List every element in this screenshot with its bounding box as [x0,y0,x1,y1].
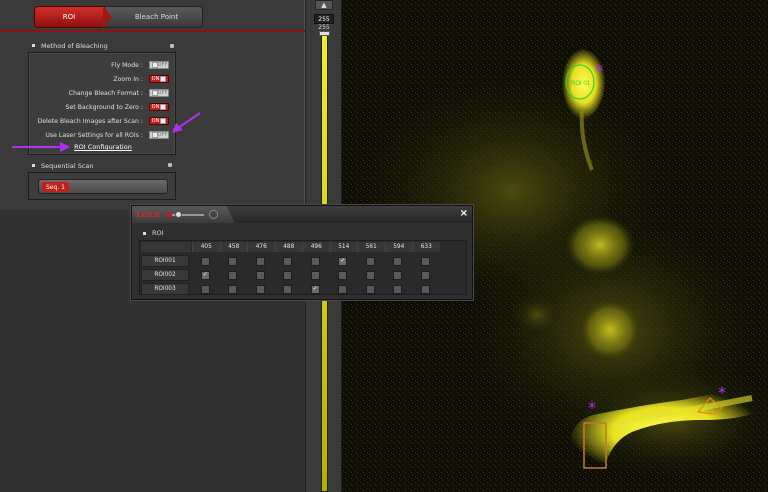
checkbox-roi001-594[interactable] [393,256,403,266]
column-header-458: 458 [219,242,247,252]
checkbox-roi002-488[interactable] [283,270,293,280]
star-annotation-icon: * [588,398,596,417]
row-label-roi001: ROI001 [141,255,189,267]
checkbox-roi001-496[interactable] [310,256,320,266]
zoom-slider-fill [166,213,172,217]
checkbox-roi002-561[interactable] [365,270,375,280]
checkbox-roi001-633[interactable] [420,256,430,266]
roi-configuration-window: Leica × ROI 405 458 476 488 496 514 561 594 633 R… [131,205,473,300]
histogram-button[interactable]: ▲ [315,0,333,10]
checkbox-roi002-405[interactable]: ✓ [200,270,210,280]
checkbox-roi003-561[interactable] [365,284,375,294]
checkbox-roi002-458[interactable] [228,270,238,280]
column-header-594: 594 [384,242,412,252]
zoom-reset-icon[interactable] [209,210,218,219]
checkbox-roi003-633[interactable] [420,284,430,294]
column-header-561: 561 [357,242,385,252]
star-annotation-icon: * [595,61,603,80]
checkbox-roi001-476[interactable] [255,256,265,266]
zoom-slider-knob[interactable] [175,211,182,218]
column-header-488: 488 [274,242,302,252]
checkmark-icon: ✓ [312,285,318,292]
checkbox-roi003-496[interactable]: ✓ [310,284,320,294]
table-corner [141,242,191,252]
column-header-476: 476 [247,242,275,252]
checkbox-roi001-514[interactable]: ✓ [338,256,348,266]
histogram-icon: ▲ [321,1,327,9]
leica-logo: Leica [136,209,160,219]
row-label-roi002: ROI002 [141,269,189,281]
checkbox-roi001-458[interactable] [228,256,238,266]
row-label-roi003: ROI003 [141,283,189,295]
max-value-field[interactable]: 255 [314,14,334,24]
checkbox-roi003-458[interactable] [228,284,238,294]
column-header-514: 514 [329,242,357,252]
checkbox-roi001-488[interactable] [283,256,293,266]
close-icon[interactable]: × [460,208,468,219]
column-header-633: 633 [412,242,440,252]
star-annotation-icon: * [718,383,726,402]
checkbox-roi001-561[interactable] [365,256,375,266]
checkbox-roi003-488[interactable] [283,284,293,294]
checkmark-icon: ✓ [202,271,208,278]
checkbox-roi003-514[interactable] [338,284,348,294]
arrow-to-roi-configuration [12,142,70,152]
lut-slider-handle[interactable] [319,31,330,36]
checkbox-roi002-476[interactable] [255,270,265,280]
checkbox-roi002-514[interactable] [338,270,348,280]
roi-overlay-label: ROI 01 [571,81,591,87]
checkbox-roi003-405[interactable] [200,284,210,294]
step-arrow-icon [103,6,112,28]
window-titlebar[interactable]: Leica × [132,206,472,223]
roi-section-title: ROI [152,229,164,237]
checkbox-roi003-476[interactable] [255,284,265,294]
column-header-496: 496 [302,242,330,252]
roi-section-header[interactable]: ROI [143,229,164,237]
checkbox-roi002-594[interactable] [393,270,403,280]
column-header-405: 405 [192,242,220,252]
checkbox-roi001-405[interactable] [200,256,210,266]
annotation-arrows [12,112,201,152]
roi-laser-table: 405 458 476 488 496 514 561 594 633 ROI001 ✓ ROI002… [139,240,467,295]
zoom-slider-track[interactable] [168,214,204,216]
arrow-to-laser-settings [172,112,201,133]
checkmark-icon: ✓ [340,257,346,264]
checkbox-roi002-496[interactable] [310,270,320,280]
checkbox-roi002-633[interactable] [420,270,430,280]
collapse-bullet-icon [143,231,146,235]
checkbox-roi003-594[interactable] [393,284,403,294]
